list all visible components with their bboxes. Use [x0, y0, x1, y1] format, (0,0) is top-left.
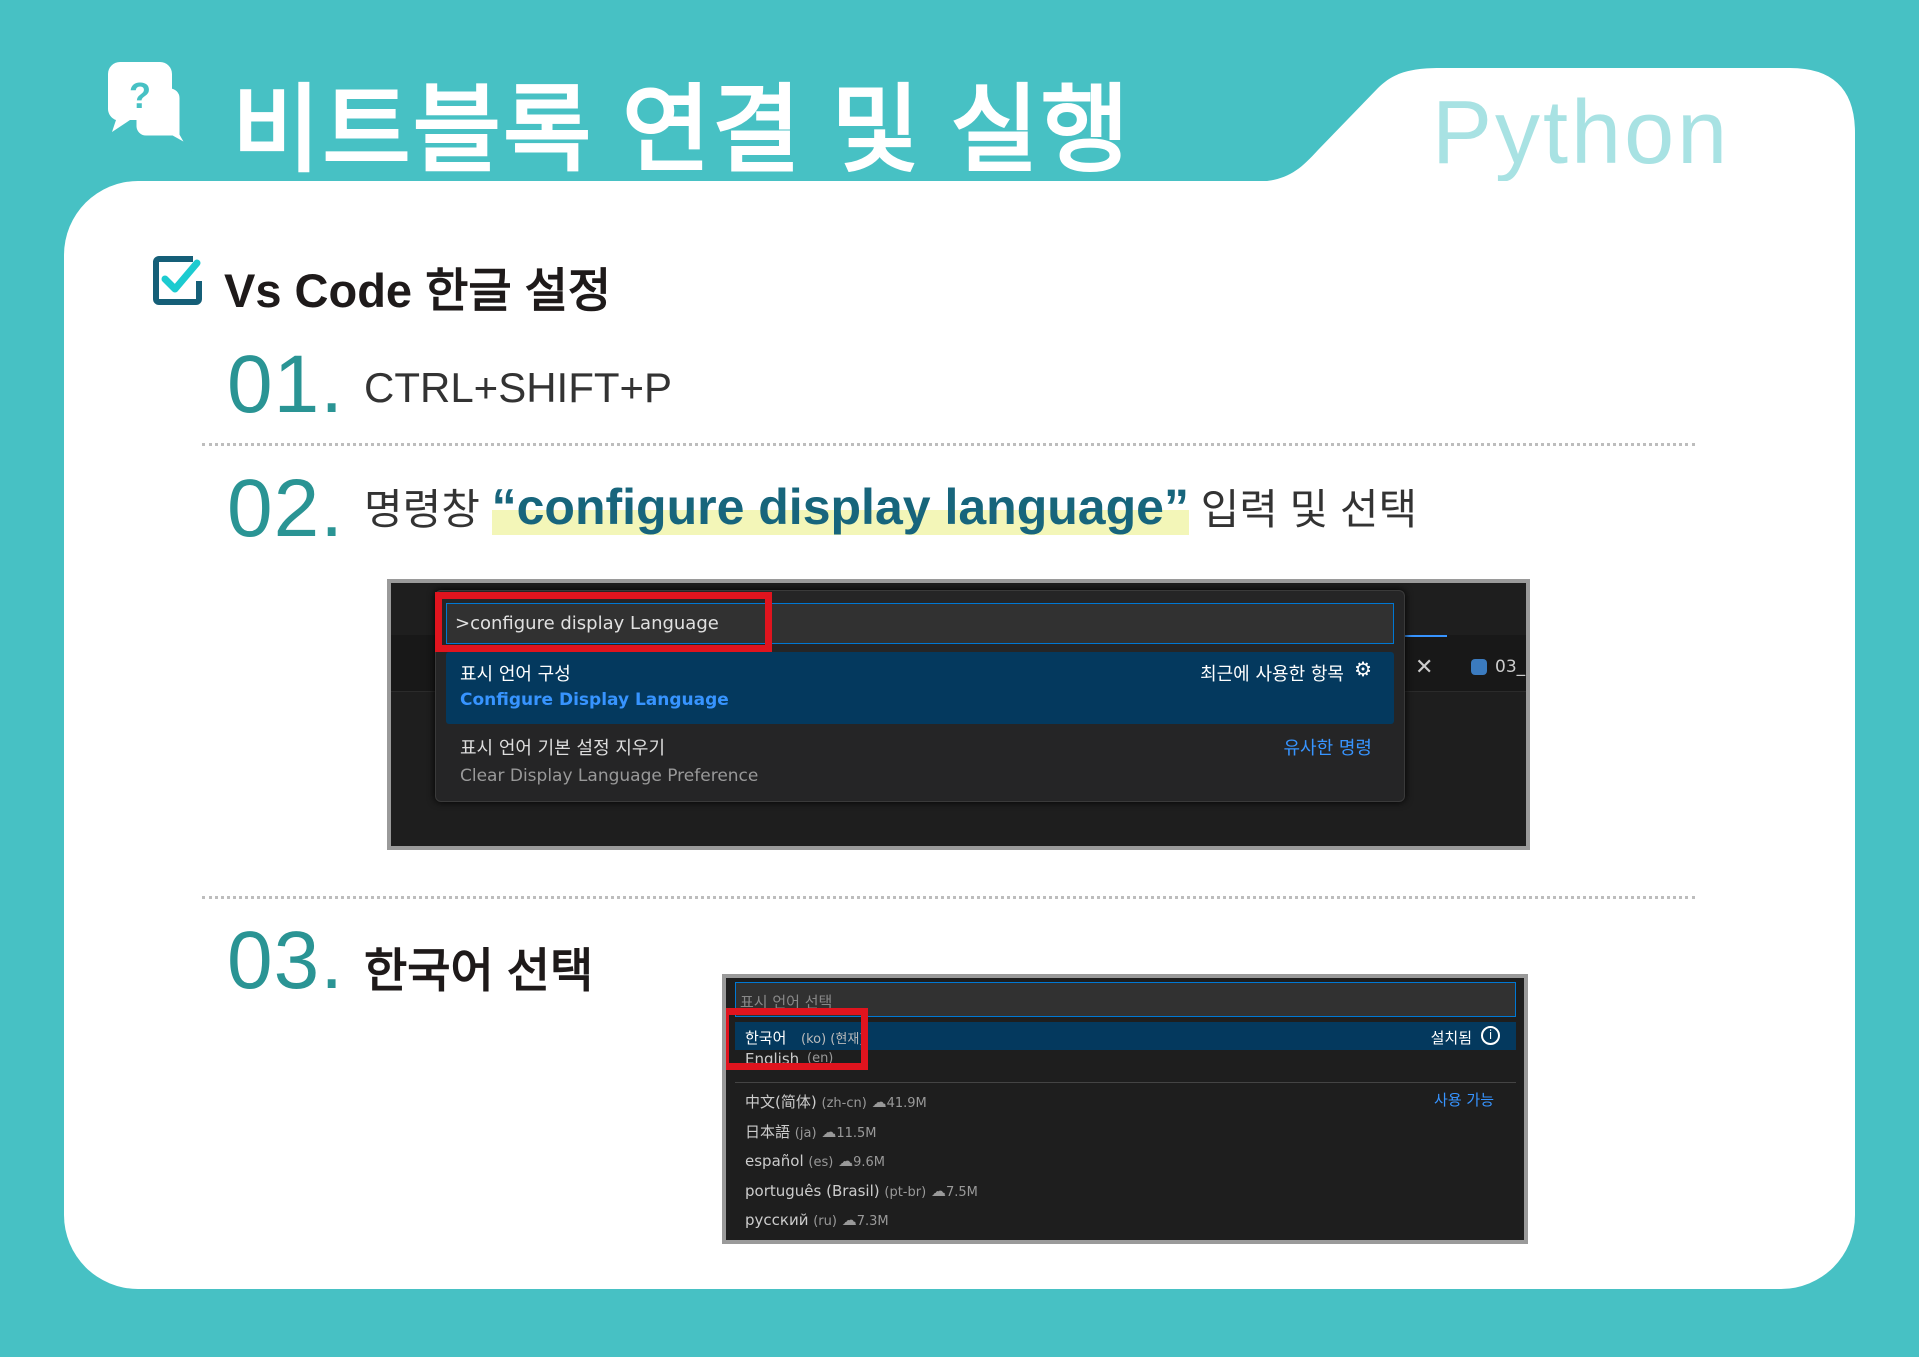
language-name: 中文(简体): [745, 1093, 817, 1111]
cloud-download-icon: ☁: [871, 1093, 887, 1111]
command-item-selected[interactable]: 표시 언어 구성 Configure Display Language 최근에 …: [446, 652, 1394, 724]
step-number-2: 02.: [227, 463, 344, 554]
step2-prefix: 명령창: [364, 486, 480, 533]
info-icon[interactable]: i: [1481, 1026, 1500, 1045]
divider: [202, 896, 1695, 899]
language-code: (pt-br): [884, 1184, 927, 1200]
section-title: Vs Code 한글 설정: [224, 264, 612, 317]
language-code: (zh-cn): [821, 1096, 867, 1111]
command-label: 표시 언어 기본 설정 지우기: [460, 738, 666, 759]
cloud-download-icon: ☁: [841, 1211, 857, 1229]
quote-close: ”: [1163, 479, 1189, 535]
download-size: 7.5M: [945, 1184, 978, 1200]
available-label: 사용 가능: [1434, 1091, 1494, 1109]
step2-command-highlight: “configure display language”: [491, 479, 1189, 535]
command-detail: Clear Display Language Preference: [460, 766, 759, 786]
step-number-3: 03.: [227, 915, 344, 1006]
step-text-3: 한국어 선택: [364, 944, 594, 997]
command-text: configure display language: [516, 479, 1164, 535]
download-size: 9.6M: [853, 1155, 885, 1170]
divider: [202, 443, 1695, 446]
language-name: español: [745, 1152, 804, 1170]
language-item[interactable]: 日本語 (ja) ☁11.5M: [735, 1118, 1435, 1146]
editor-tab-label[interactable]: 03_: [1495, 657, 1525, 677]
checkbox-checked-icon: [153, 255, 203, 305]
command-label: 표시 언어 구성: [460, 664, 571, 685]
step-text-1: CTRL+SHIFT+P: [364, 364, 673, 411]
separator: [735, 1082, 1516, 1083]
language-code: (ja): [794, 1125, 817, 1141]
download-size: 7.3M: [856, 1214, 889, 1229]
python-file-icon: [1471, 659, 1487, 675]
language-item[interactable]: français (fr) ☁6.6M: [735, 1236, 1435, 1245]
recently-used-label: 최근에 사용한 항목: [1200, 664, 1344, 685]
step-number-1: 01.: [227, 339, 344, 430]
page-title: 비트블록 연결 및 실행: [232, 77, 1131, 184]
similar-commands-label: 유사한 명령: [1283, 738, 1372, 759]
download-size: 41.9M: [886, 1096, 927, 1111]
language-item[interactable]: 中文(简体) (zh-cn) ☁41.9M: [735, 1088, 1435, 1116]
step-text-2: 명령창 “configure display language” 입력 및 선택: [364, 476, 1417, 537]
download-size: 6.6M: [849, 1244, 881, 1245]
language-name: português (Brasil): [745, 1181, 880, 1200]
step2-suffix: 입력 및 선택: [1200, 486, 1418, 533]
close-icon[interactable]: ✕: [1415, 655, 1433, 680]
language-item[interactable]: русский (ru) ☁7.3M: [735, 1206, 1435, 1234]
chat-question-icon: ?: [106, 60, 198, 155]
active-tab-indicator: [1403, 635, 1447, 637]
cloud-download-icon: ☁: [838, 1152, 854, 1170]
download-size: 11.5M: [836, 1125, 877, 1141]
svg-text:?: ?: [129, 75, 151, 116]
language-tab-label: Python: [1432, 83, 1731, 183]
command-item[interactable]: 표시 언어 기본 설정 지우기 Clear Display Language P…: [446, 728, 1394, 798]
vscode-language-picker-screenshot: 표시 언어 선택 한국어 (ko) (현재) 설치됨 i English (en…: [722, 974, 1528, 1244]
language-code: (ru): [813, 1214, 837, 1229]
language-item[interactable]: español (es) ☁9.6M: [735, 1147, 1435, 1175]
language-code: (es): [808, 1155, 834, 1170]
command-detail: Configure Display Language: [460, 690, 729, 710]
cloud-download-icon: ☁: [930, 1181, 946, 1200]
cloud-download-icon: ☁: [834, 1241, 849, 1245]
language-name: русский: [745, 1211, 809, 1229]
vscode-command-palette-screenshot: ✕ 03_ >configure display Language 표시 언어 …: [387, 579, 1530, 850]
language-name: français: [735, 1241, 805, 1245]
quote-open: “: [491, 479, 517, 535]
gear-icon[interactable]: ⚙: [1354, 657, 1372, 681]
cloud-download-icon: ☁: [821, 1122, 837, 1141]
language-item[interactable]: português (Brasil) (pt-br) ☁7.5M: [735, 1177, 1435, 1205]
highlight-box: [726, 1008, 868, 1070]
language-code: (fr): [809, 1244, 829, 1245]
highlight-box: [435, 592, 772, 652]
language-name: 日本語: [745, 1122, 791, 1141]
